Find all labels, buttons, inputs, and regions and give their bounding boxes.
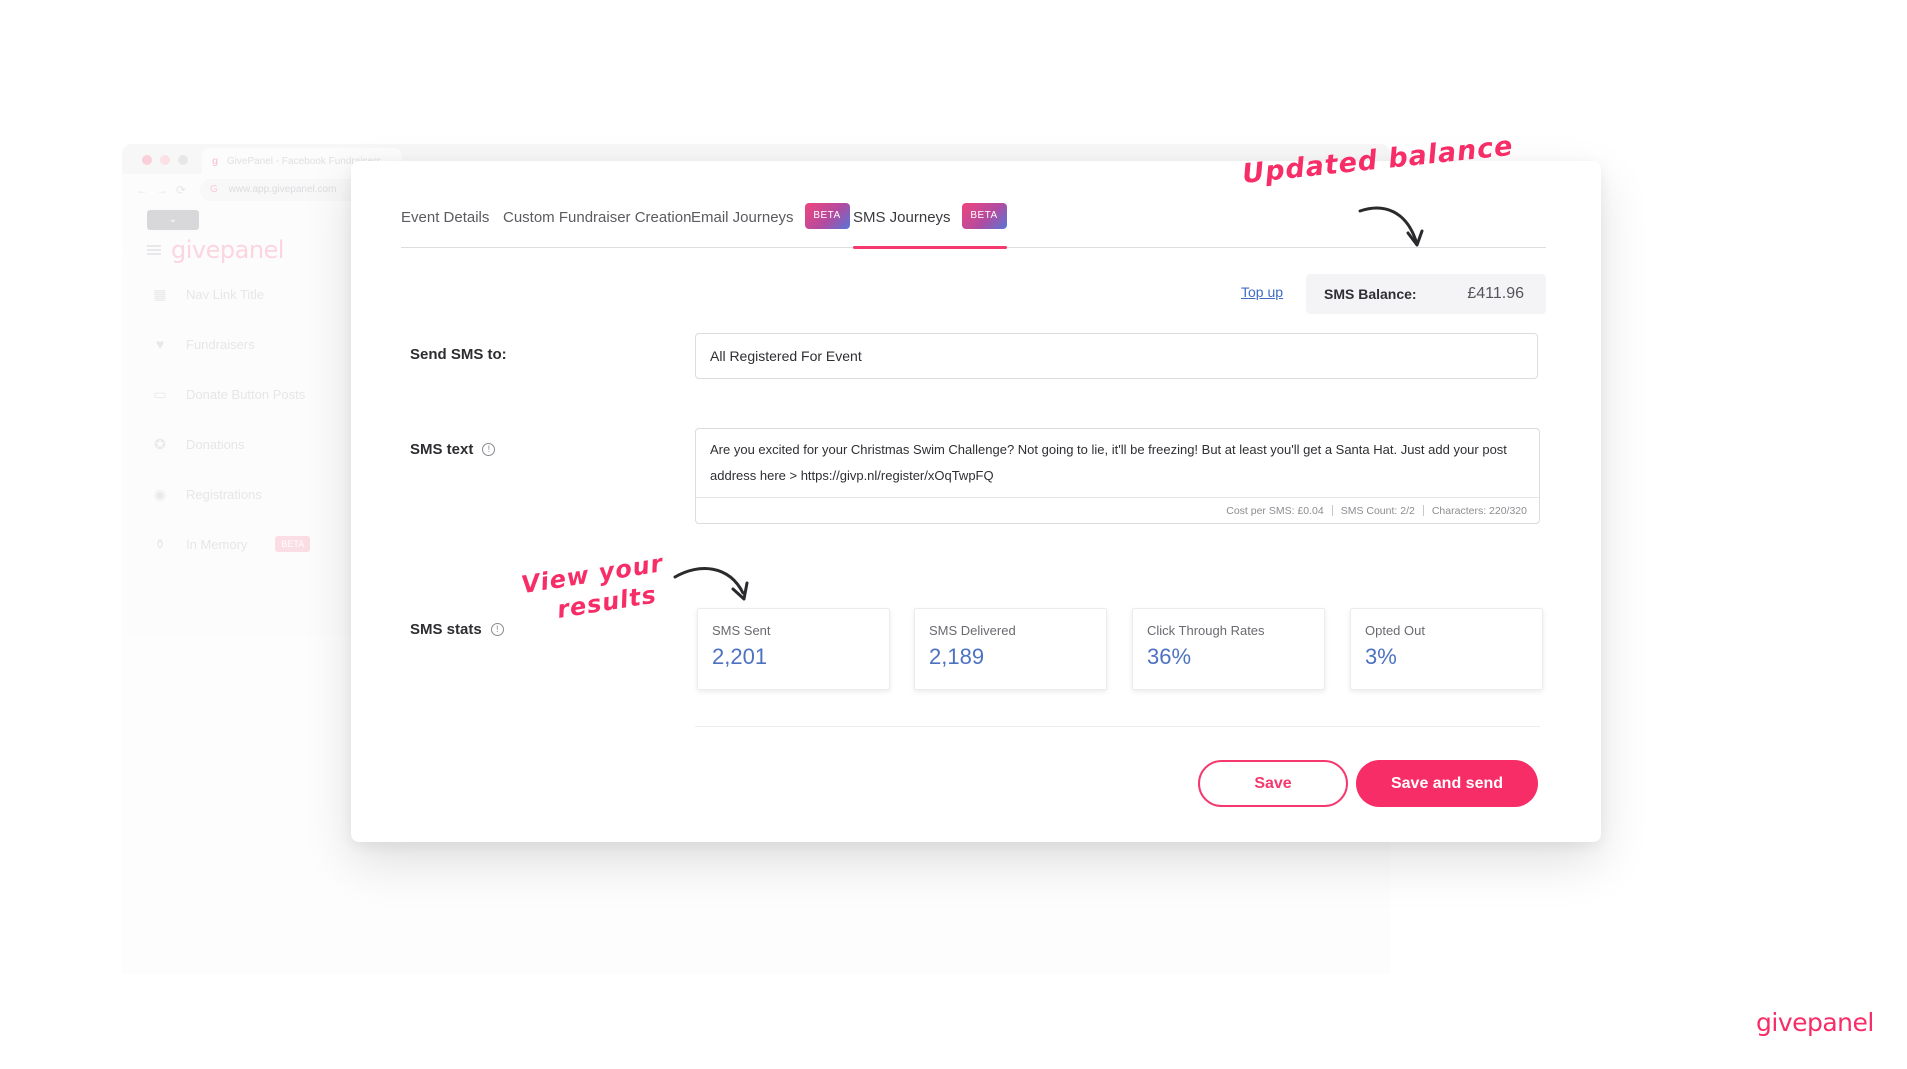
tab-label: Email Journeys	[691, 209, 794, 226]
character-count: Characters: 220/320	[1431, 504, 1527, 517]
tab-label: Custom Fundraiser Creation	[503, 209, 692, 226]
registration-icon: ◉	[153, 486, 167, 502]
sidebar-item-label: Fundraisers	[186, 336, 255, 352]
sms-balance-box: SMS Balance: £411.96	[1306, 274, 1546, 314]
google-icon: G	[210, 184, 218, 195]
reload-icon: ⟳	[176, 183, 187, 197]
minimize-window-icon	[160, 155, 170, 165]
stat-value: 2,201	[712, 644, 768, 669]
givepanel-logo: givepanel	[1756, 1008, 1874, 1037]
sms-text-label: SMS text !	[410, 441, 496, 458]
info-icon[interactable]: !	[482, 443, 496, 456]
stat-label: SMS Sent	[712, 623, 771, 638]
stat-value: 36%	[1147, 644, 1192, 669]
separator	[1331, 505, 1333, 516]
post-icon: ▭	[153, 386, 167, 402]
beta-badge: BETA	[961, 203, 1007, 229]
stat-card-opted-out: Opted Out 3%	[1350, 608, 1543, 690]
tab-event-details[interactable]: Event Details	[401, 206, 489, 248]
send-to-label-text: Send SMS to:	[410, 346, 507, 363]
send-to-value: All Registered For Event	[710, 348, 862, 364]
separator	[1422, 505, 1424, 516]
sms-stats-label: SMS stats !	[410, 621, 504, 638]
back-icon: ←	[136, 183, 148, 197]
sidebar-item-label: Donations	[186, 436, 245, 452]
favicon-icon: g	[212, 156, 219, 167]
stat-card-sms-sent: SMS Sent 2,201	[697, 608, 890, 690]
chevron-down-icon: ⌄	[147, 210, 199, 230]
sms-text-label-text: SMS text	[410, 441, 474, 458]
sidebar-item: ◉ Registrations	[152, 484, 262, 504]
maximize-window-icon	[178, 155, 188, 165]
sms-text-box: Cost per SMS: £0.04 SMS Count: 2/2 Chara…	[695, 428, 1540, 524]
app-logo: givepanel	[171, 236, 284, 264]
stat-value: 3%	[1365, 644, 1397, 669]
sidebar-item-label: Nav Link Title	[186, 286, 265, 302]
sidebar-item: ▦ Nav Link Title	[152, 284, 264, 304]
sidebar-item: ✪ Donations	[152, 434, 245, 454]
url-text: www.app.givepanel.com	[228, 184, 337, 195]
award-icon: ✪	[154, 436, 166, 452]
sms-text-footer: Cost per SMS: £0.04 SMS Count: 2/2 Chara…	[696, 497, 1539, 523]
sidebar-item: ⚱ In Memory BETA	[152, 534, 311, 554]
annotation-updated-balance: Updated balance	[1240, 130, 1515, 190]
hamburger-menu-icon	[147, 245, 161, 255]
sms-balance-value: £411.96	[1467, 285, 1524, 302]
divider	[695, 726, 1540, 727]
beta-badge: BETA	[275, 536, 311, 552]
stat-label: Opted Out	[1365, 623, 1425, 638]
cost-per-sms: Cost per SMS: £0.04	[1226, 504, 1324, 517]
sms-count: SMS Count: 2/2	[1340, 504, 1415, 517]
sidebar-item: ♥ Fundraisers	[152, 334, 255, 354]
sms-balance-label: SMS Balance:	[1324, 286, 1417, 302]
annotation-arrow-icon	[1358, 206, 1424, 247]
sidebar-item-label: Donate Button Posts	[186, 386, 306, 402]
sidebar-item: ▭ Donate Button Posts	[152, 384, 305, 404]
close-window-icon	[142, 155, 152, 165]
tab-email-journeys[interactable]: Email Journeys BETA	[691, 203, 850, 248]
heart-icon: ♥	[155, 336, 165, 352]
send-to-select[interactable]: All Registered For Event	[695, 333, 1538, 379]
tab-sms-journeys[interactable]: SMS Journeys BETA	[853, 203, 1007, 249]
tab-custom-fundraiser-creation[interactable]: Custom Fundraiser Creation	[503, 206, 691, 248]
annotation-arrow-icon	[673, 567, 749, 601]
send-to-label: Send SMS to:	[410, 346, 507, 363]
top-up-link[interactable]: Top up	[1241, 284, 1283, 300]
stat-label: Click Through Rates	[1147, 623, 1265, 638]
sidebar-item-label: Registrations	[186, 486, 262, 502]
stat-card-click-through-rates: Click Through Rates 36%	[1132, 608, 1325, 690]
sms-text-input[interactable]	[710, 437, 1525, 487]
sidebar-item-label: In Memory	[186, 536, 248, 552]
stat-value: 2,189	[929, 644, 985, 669]
app-header: givepanel	[147, 236, 284, 264]
grid-icon: ▦	[153, 286, 167, 302]
beta-badge: BETA	[804, 203, 850, 229]
memorial-icon: ⚱	[154, 536, 166, 552]
save-and-send-button[interactable]: Save and send	[1356, 760, 1538, 807]
stat-label: SMS Delivered	[929, 623, 1016, 638]
annotation-view-results: View your results	[519, 548, 670, 630]
tab-label: SMS Journeys	[853, 209, 951, 226]
tab-label: Event Details	[401, 209, 490, 226]
info-icon[interactable]: !	[490, 623, 504, 636]
save-button[interactable]: Save	[1198, 760, 1348, 807]
forward-icon: →	[156, 183, 168, 197]
sms-journeys-modal: Event Details Custom Fundraiser Creation…	[351, 131, 1601, 842]
stat-card-sms-delivered: SMS Delivered 2,189	[914, 608, 1107, 690]
sms-stats-label-text: SMS stats	[410, 621, 482, 638]
